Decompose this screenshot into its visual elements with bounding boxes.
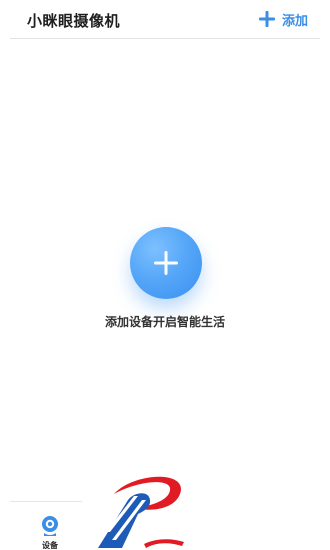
screen: 小眯眼摄像机 添加 添加设备开启智能生活 设备 xyxy=(0,0,330,550)
tab-devices[interactable]: 设备 xyxy=(30,508,70,550)
page-title: 小眯眼摄像机 xyxy=(27,12,121,30)
tabbar-divider xyxy=(10,501,82,502)
center-add-device-button[interactable] xyxy=(130,227,202,299)
tab-devices-label: 设备 xyxy=(42,541,58,550)
app-container: 小眯眼摄像机 添加 添加设备开启智能生活 设备 xyxy=(10,0,320,550)
add-label: 添加 xyxy=(281,13,308,29)
top-bar: 小眯眼摄像机 添加 xyxy=(10,0,320,39)
plus-icon xyxy=(258,11,275,27)
add-device-button[interactable]: 添加 xyxy=(258,8,308,30)
plus-icon xyxy=(154,251,178,275)
add-device-prompt: 添加设备开启智能生活 xyxy=(104,315,225,329)
camera-icon xyxy=(42,516,58,536)
brand-logo xyxy=(98,476,184,548)
